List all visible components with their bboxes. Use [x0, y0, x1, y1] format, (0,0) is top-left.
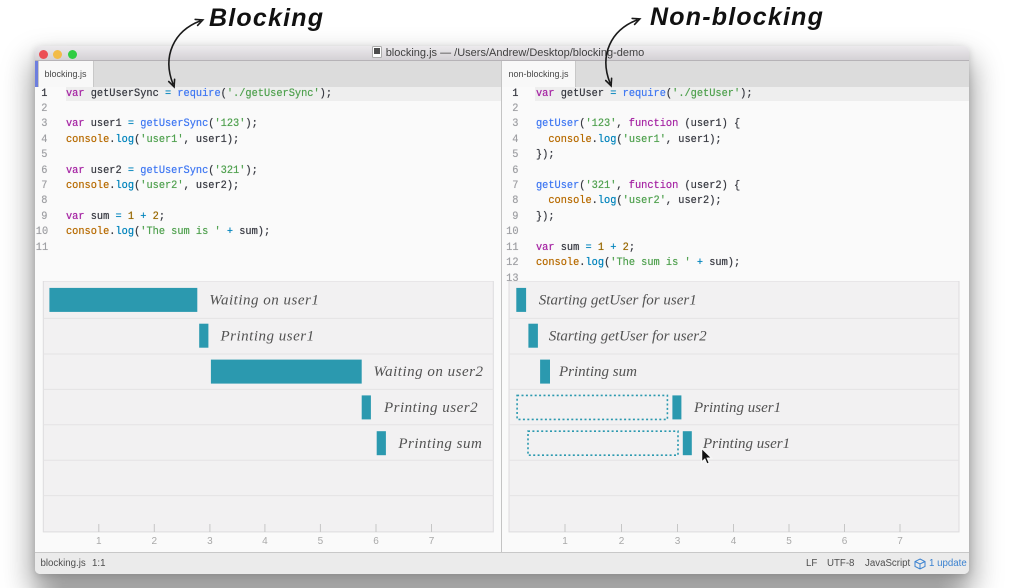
svg-text:Printing user1: Printing user1 — [693, 400, 781, 416]
svg-text:1: 1 — [96, 536, 102, 547]
svg-text:6: 6 — [842, 536, 848, 547]
svg-text:4: 4 — [262, 536, 268, 547]
svg-text:Starting getUser for user2: Starting getUser for user2 — [549, 328, 707, 344]
svg-text:5: 5 — [786, 536, 792, 547]
svg-text:3: 3 — [207, 536, 213, 547]
svg-text:Waiting on user1: Waiting on user1 — [209, 293, 319, 309]
svg-text:2: 2 — [152, 536, 158, 547]
svg-text:1: 1 — [562, 536, 568, 547]
svg-text:Printing sum: Printing sum — [397, 436, 482, 452]
svg-text:7: 7 — [429, 536, 435, 547]
svg-text:2: 2 — [619, 536, 625, 547]
svg-text:Printing sum: Printing sum — [558, 364, 637, 380]
svg-text:Printing user2: Printing user2 — [383, 400, 478, 416]
svg-text:Starting getUser for user1: Starting getUser for user1 — [539, 293, 697, 309]
svg-text:Waiting on user2: Waiting on user2 — [374, 364, 484, 380]
svg-text:7: 7 — [897, 536, 903, 547]
svg-text:4: 4 — [731, 536, 737, 547]
svg-text:6: 6 — [373, 536, 379, 547]
svg-text:3: 3 — [675, 536, 681, 547]
svg-text:Printing user1: Printing user1 — [220, 328, 315, 344]
svg-text:5: 5 — [318, 536, 324, 547]
svg-text:Printing user1: Printing user1 — [702, 436, 790, 452]
